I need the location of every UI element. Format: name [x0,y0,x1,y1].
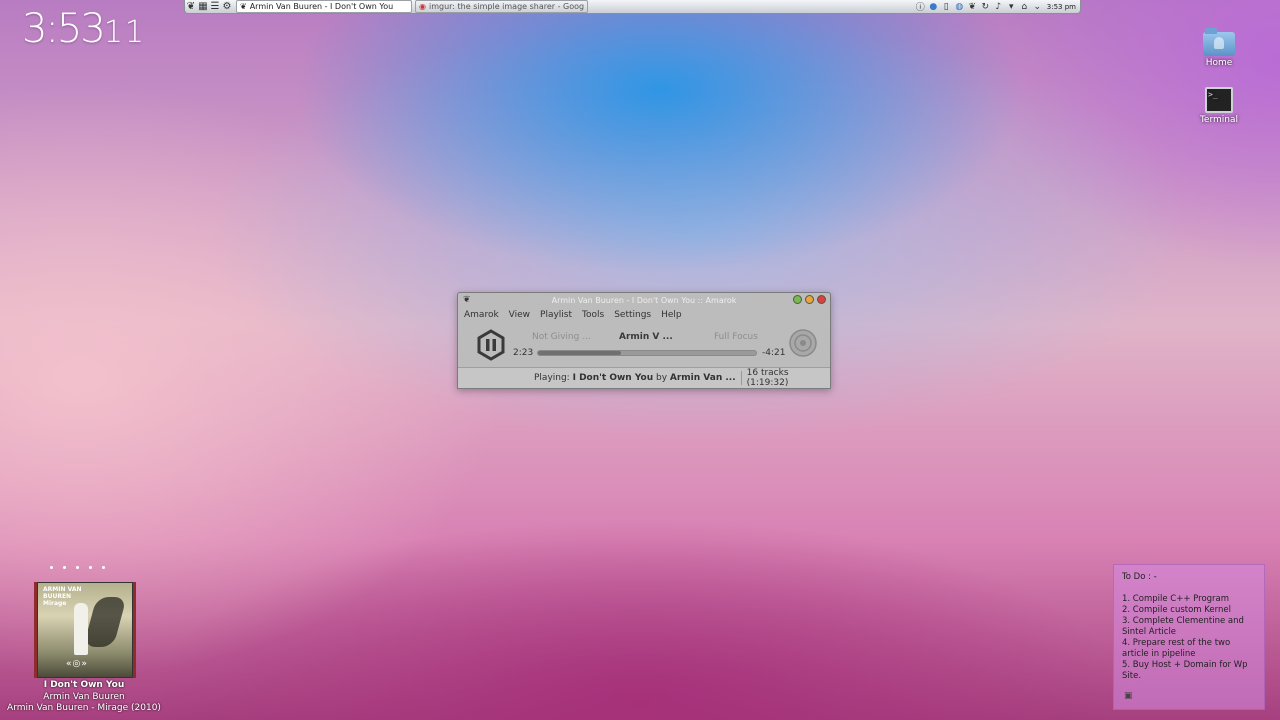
settings-gear-icon[interactable]: ⚙ [221,1,233,13]
note-item: 3. Complete Clementine and Sintel Articl… [1122,616,1244,637]
main-toolbar: Not Giving ... Armin V ... Full Focus 2:… [458,322,830,368]
note-item: 5. Buy Host + Domain for Wp Site. [1122,660,1248,681]
folder-icon [1203,28,1235,56]
window-title: Armin Van Buuren - I Don't Own You :: Am… [551,295,737,305]
expand-tray-icon[interactable]: ▾ [1006,1,1017,12]
top-panel: ❦ ▦ ☰ ⚙ ❦ Armin Van Buuren - I Don't Own… [184,0,1081,14]
desktop-clock-widget: 3:5311 [22,6,146,52]
status-bar: Playing: I Don't Own You by Armin Van ..… [458,367,830,388]
amarok-tray-icon[interactable]: ❦ [967,1,978,12]
terminal-icon: >_ [1205,87,1233,113]
progress-slider[interactable] [537,350,757,356]
note-format-icon[interactable]: ▣ [1124,691,1133,702]
task-label: Armin Van Buuren - I Don't Own You [249,2,394,11]
menu-view[interactable]: View [509,310,530,320]
cover-controls[interactable]: «◎» [66,659,88,669]
widget-page-dots[interactable] [50,566,105,569]
menu-playlist[interactable]: Playlist [540,310,572,320]
menu-amarok[interactable]: Amarok [464,310,499,320]
menu-tools[interactable]: Tools [582,310,604,320]
volume-icon[interactable]: ♪ [993,1,1004,12]
water-drop-icon[interactable]: ● [928,1,939,12]
chrome-icon: ◉ [419,2,426,11]
status-prefix: Playing: [534,373,573,383]
info-icon[interactable]: ⓘ [915,1,926,13]
note-item: 1. Compile C++ Program [1122,594,1230,604]
menubar: Amarok View Playlist Tools Settings Help [458,307,830,322]
desktop-icon-label: Terminal [1199,115,1239,125]
np-artist: Armin Van Buuren [43,692,125,702]
status-separator [740,371,742,385]
update-refresh-icon[interactable]: ↻ [980,1,991,12]
note-heading: To Do : - [1122,572,1157,582]
chevron-down-icon[interactable]: ⌄ [1032,1,1043,12]
network-globe-icon[interactable]: ◍ [954,1,965,12]
status-artist: Armin Van ... [669,373,736,383]
menu-settings[interactable]: Settings [614,310,651,320]
amarok-window: ❦ Armin Van Buuren - I Don't Own You :: … [457,292,831,389]
elapsed-time: 2:23 [513,348,534,358]
document-icon[interactable]: ▯ [941,1,952,12]
play-pause-button[interactable] [475,329,507,361]
desktop-grid-icon[interactable]: ▦ [197,1,209,13]
home-icon[interactable]: ⌂ [1019,1,1030,12]
previous-track-label[interactable]: Not Giving ... [532,332,591,342]
amarok-icon: ❦ [240,2,247,11]
desktop-icon-home[interactable]: Home [1189,28,1249,68]
current-track-label[interactable]: Armin V ... [619,332,673,342]
next-track-label[interactable]: Full Focus [714,332,758,342]
status-song: I Don't Own You [572,373,654,383]
task-label: imgur: the simple image sharer - Goog [428,2,585,11]
album-cover[interactable]: ARMIN VAN BUUREN Mirage «◎» [37,582,133,678]
taskbar-item-amarok[interactable]: ❦ Armin Van Buuren - I Don't Own You [236,0,412,13]
clock-minutes: 11 [103,15,147,50]
close-button[interactable] [817,295,826,304]
note-item: 2. Compile custom Kernel [1122,605,1231,615]
volume-dial-icon[interactable] [788,328,818,358]
menu-help[interactable]: Help [661,310,682,320]
np-song: I Don't Own You [43,680,125,690]
maximize-button[interactable] [805,295,814,304]
note-item: 4. Prepare rest of the two article in pi… [1122,638,1231,659]
status-by: by [653,373,670,383]
taskbar-item-browser[interactable]: ◉ imgur: the simple image sharer - Goog [415,0,588,13]
todo-note-widget[interactable]: To Do : - 1. Compile C++ Program 2. Comp… [1113,564,1265,710]
window-list-icon[interactable]: ☰ [209,1,221,13]
np-album: Armin Van Buuren - Mirage (2010) [7,703,161,713]
amarok-launcher-icon[interactable]: ❦ [185,1,197,13]
track-count: 16 tracks (1:19:32) [746,368,789,388]
desktop-icon-label: Home [1205,58,1233,68]
minimize-button[interactable] [793,295,802,304]
progress-fill [538,351,621,355]
remaining-time: -4:21 [762,348,786,358]
system-tray: ⓘ ● ▯ ◍ ❦ ↻ ♪ ▾ ⌂ ⌄ 3:53 pm [915,1,1080,14]
desktop-icon-terminal[interactable]: >_ Terminal [1189,87,1249,125]
now-playing-status: Playing: I Don't Own You by Armin Van ..… [534,373,736,383]
window-titlebar[interactable]: ❦ Armin Van Buuren - I Don't Own You :: … [458,293,830,307]
clock-hours: 3:53 [22,6,106,52]
panel-clock[interactable]: 3:53 pm [1047,3,1076,11]
